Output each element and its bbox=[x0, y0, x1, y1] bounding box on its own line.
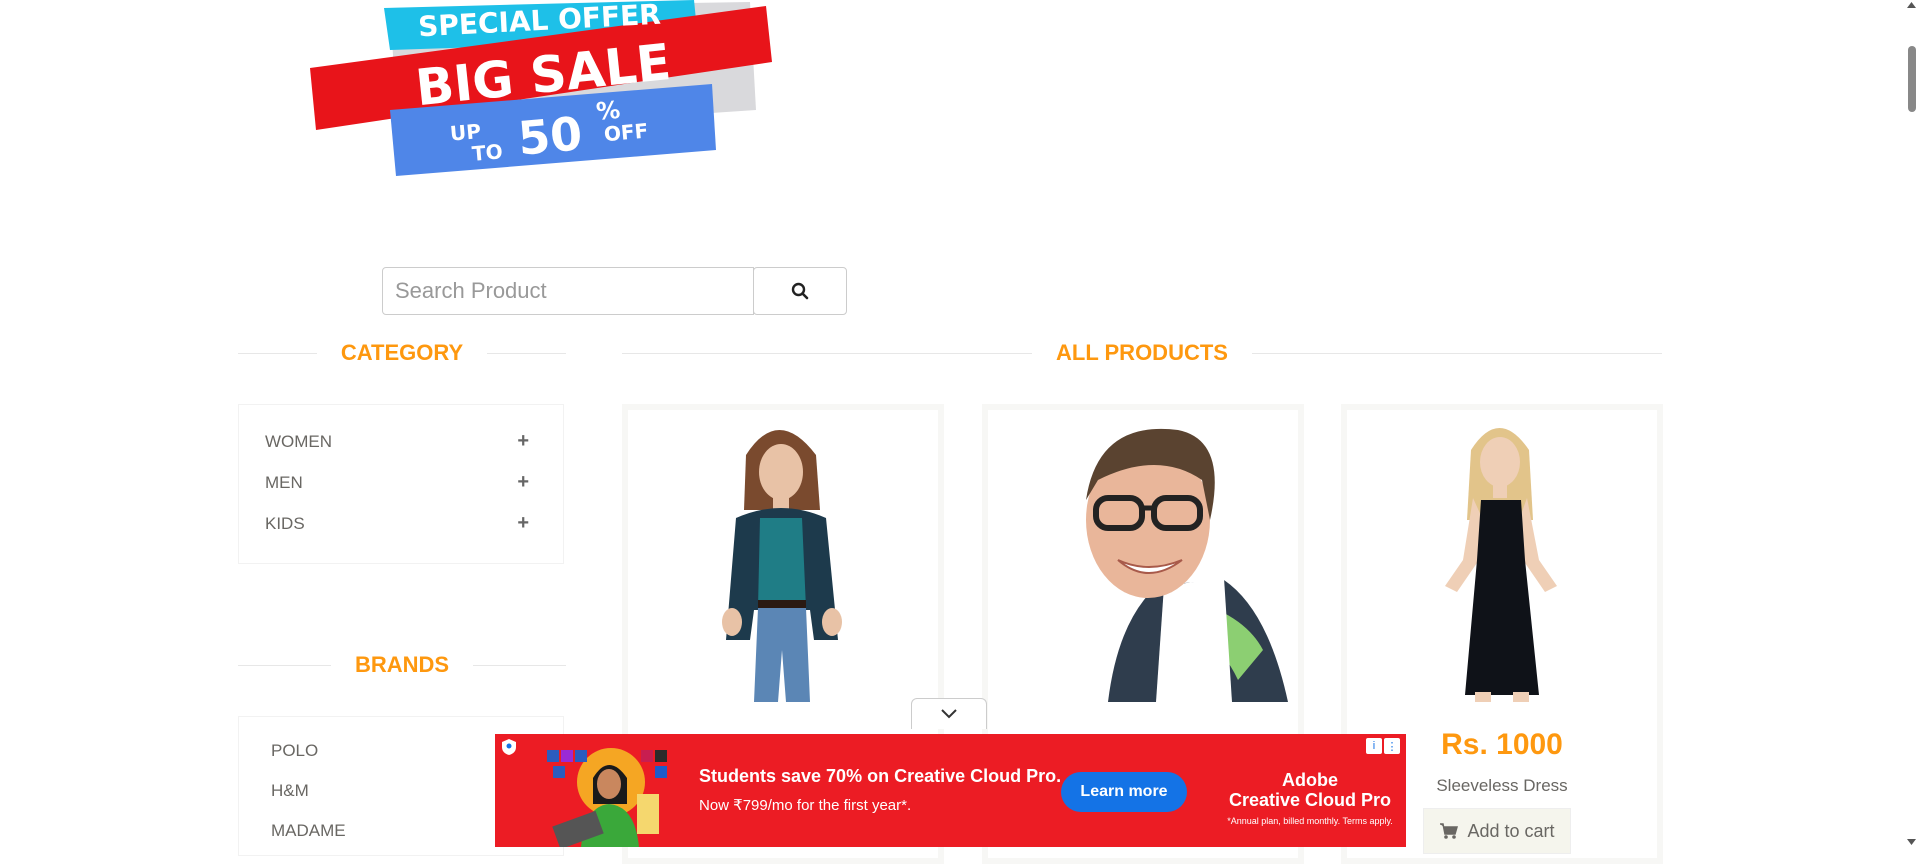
divider bbox=[238, 664, 331, 666]
category-heading: CATEGORY bbox=[238, 338, 567, 368]
product-image[interactable] bbox=[1347, 410, 1657, 702]
ad-brand-name: Adobe bbox=[1282, 770, 1338, 790]
banner-to: TO bbox=[471, 139, 504, 166]
product-image[interactable] bbox=[988, 410, 1298, 702]
scroll-down-arrow-icon[interactable] bbox=[1907, 839, 1916, 845]
chevron-down-icon bbox=[941, 709, 957, 719]
more-options-icon[interactable]: ⋮ bbox=[1384, 738, 1400, 754]
products-heading: ALL PRODUCTS bbox=[622, 338, 1662, 368]
ad-headline: Students save 70% on Creative Cloud Pro. bbox=[699, 766, 1062, 786]
learn-more-button[interactable]: Learn more bbox=[1061, 772, 1187, 812]
man-glasses-image bbox=[988, 410, 1298, 702]
ad-product-name: Creative Cloud Pro bbox=[1228, 790, 1392, 810]
category-title: CATEGORY bbox=[340, 340, 464, 365]
add-to-cart-label: Add to cart bbox=[1467, 820, 1555, 841]
banner-percent: 50 bbox=[516, 106, 584, 165]
category-label: KIDS bbox=[265, 513, 305, 533]
search-button[interactable] bbox=[753, 267, 847, 315]
woman-cardigan-image bbox=[628, 410, 938, 702]
plus-icon[interactable]: + bbox=[517, 471, 529, 494]
brands-title: BRANDS bbox=[354, 652, 450, 677]
category-label: WOMEN bbox=[265, 431, 333, 451]
divider bbox=[238, 352, 317, 354]
student-illustration bbox=[547, 748, 667, 847]
vertical-scrollbar[interactable] bbox=[1903, 0, 1920, 847]
woman-dress-image bbox=[1347, 410, 1657, 702]
divider bbox=[487, 352, 567, 354]
scrollbar-thumb[interactable] bbox=[1908, 46, 1916, 112]
search-bar bbox=[382, 267, 847, 315]
divider bbox=[1251, 352, 1662, 354]
category-item-men[interactable]: MEN + bbox=[239, 462, 563, 503]
add-to-cart-button[interactable]: Add to cart bbox=[1423, 808, 1571, 854]
brands-heading: BRANDS bbox=[238, 650, 566, 680]
ad-banner[interactable]: Students save 70% on Creative Cloud Pro.… bbox=[495, 734, 1406, 847]
divider bbox=[622, 352, 1033, 354]
search-icon bbox=[791, 282, 809, 300]
ad-collapse-button[interactable] bbox=[911, 698, 987, 729]
category-label: MEN bbox=[265, 472, 303, 492]
products-title: ALL PRODUCTS bbox=[1056, 340, 1228, 365]
ad-fine-print: *Annual plan, billed monthly. Terms appl… bbox=[1227, 816, 1393, 826]
plus-icon[interactable]: + bbox=[517, 430, 529, 453]
category-item-women[interactable]: WOMEN + bbox=[239, 421, 563, 462]
category-item-kids[interactable]: KIDS + bbox=[239, 503, 563, 544]
search-input[interactable] bbox=[382, 267, 754, 315]
banner-off: OFF bbox=[603, 118, 649, 146]
shield-icon bbox=[502, 739, 516, 755]
ad-subtext: Now ₹799/mo for the first year*. bbox=[699, 797, 912, 814]
category-panel: WOMEN + MEN + KIDS + bbox=[238, 404, 564, 564]
product-image[interactable] bbox=[628, 410, 938, 702]
shopping-cart-icon bbox=[1440, 823, 1459, 839]
info-icon[interactable]: i bbox=[1366, 738, 1382, 754]
divider bbox=[473, 664, 566, 666]
sale-banner: SPECIAL OFFER BIG SALE UP TO 50 % OFF bbox=[300, 0, 800, 190]
ad-controls: i ⋮ bbox=[1366, 738, 1400, 754]
plus-icon[interactable]: + bbox=[517, 512, 529, 535]
scroll-up-arrow-icon[interactable] bbox=[1907, 2, 1916, 8]
